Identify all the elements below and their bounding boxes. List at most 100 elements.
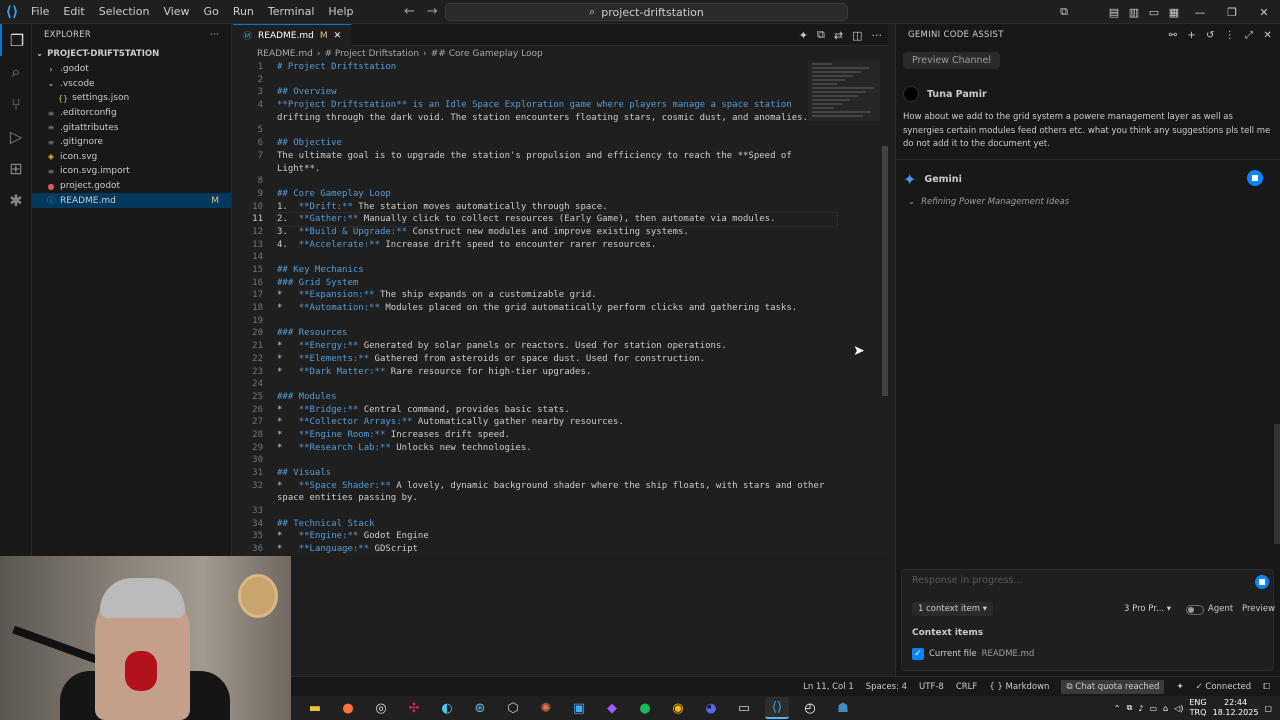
encoding[interactable]: UTF-8: [919, 682, 944, 692]
code-line[interactable]: ## Objective: [277, 137, 837, 150]
breadcrumb-item[interactable]: README.md: [257, 49, 313, 59]
compare-icon[interactable]: ⇄: [834, 29, 843, 42]
terminal-icon[interactable]: ▭: [732, 697, 756, 719]
menu-item-go[interactable]: Go: [197, 0, 226, 24]
tab-close-icon[interactable]: ✕: [334, 31, 342, 41]
code-area[interactable]: # Project Driftstation ## Overview **Proje…: [276, 61, 838, 556]
agent-toggle[interactable]: [1186, 605, 1204, 615]
code-line[interactable]: ## Key Mechanics: [277, 264, 837, 277]
code-line[interactable]: [277, 454, 837, 467]
new-chat-icon[interactable]: +: [1187, 30, 1196, 41]
maximize-icon[interactable]: ❐: [1216, 6, 1248, 19]
file-item[interactable]: › .godot: [32, 62, 231, 77]
link-icon[interactable]: ⚯: [1169, 30, 1178, 41]
layout-icon[interactable]: ▤: [1104, 6, 1124, 19]
model-selector[interactable]: 3 Pro Pr... ▾: [1124, 604, 1171, 614]
microphone-icon[interactable]: ♪: [1138, 704, 1143, 713]
app-icon[interactable]: ◐: [435, 697, 459, 719]
connection-status[interactable]: ✓ Connected: [1196, 682, 1252, 692]
preview-channel-button[interactable]: Preview Channel: [903, 52, 1001, 69]
code-line[interactable]: [277, 74, 837, 87]
file-item[interactable]: ● project.godot: [32, 179, 231, 194]
history-icon[interactable]: ↺: [1206, 30, 1215, 41]
file-item[interactable]: ◈ icon.svg: [32, 150, 231, 165]
code-line[interactable]: **Project Driftstation** is an Idle Spac…: [277, 99, 837, 112]
chat-quota-status[interactable]: ⧉ Chat quota reached: [1061, 679, 1165, 694]
panel-toggle-icon[interactable]: ▭: [1144, 6, 1164, 19]
preview-label[interactable]: Preview: [1242, 604, 1275, 614]
checkbox-checked-icon[interactable]: ✓: [912, 648, 924, 660]
menu-item-file[interactable]: File: [24, 0, 56, 24]
clock[interactable]: 22:44 18.12.2025: [1213, 698, 1259, 718]
language-mode[interactable]: { } Markdown: [989, 682, 1049, 692]
code-line[interactable]: The ultimate goal is to upgrade the stat…: [277, 150, 837, 163]
chrome-icon[interactable]: ◉: [666, 697, 690, 719]
language-indicator[interactable]: ENG TRQ: [1189, 698, 1206, 718]
code-line[interactable]: 3. **Build & Upgrade:** Construct new mo…: [277, 226, 837, 239]
run-debug-icon[interactable]: ▷: [0, 120, 32, 152]
secondary-sidebar-icon[interactable]: ▦: [1164, 6, 1184, 19]
stop-response-button[interactable]: [1255, 575, 1269, 589]
code-line[interactable]: * **Elements:** Gathered from asteroids …: [277, 353, 837, 366]
code-line[interactable]: * **Collector Arrays:** Automatically ga…: [277, 416, 837, 429]
file-item[interactable]: ≡ .gitignore: [32, 135, 231, 150]
spotify-icon[interactable]: ●: [633, 697, 657, 719]
menu-item-edit[interactable]: Edit: [56, 0, 91, 24]
notification-center-icon[interactable]: ▢: [1264, 704, 1272, 713]
code-line[interactable]: * **Engine:** Godot Engine: [277, 530, 837, 543]
code-line[interactable]: * **Engine Room:** Increases drift speed…: [277, 429, 837, 442]
split-editor-icon[interactable]: ◫: [852, 29, 862, 42]
code-line[interactable]: 2. **Gather:** Manually click to collect…: [276, 212, 838, 227]
code-line[interactable]: ### Resources: [277, 327, 837, 340]
code-line[interactable]: * **Space Shader:** A lovely, dynamic ba…: [277, 480, 837, 493]
unity-icon[interactable]: ⬡: [501, 697, 525, 719]
code-line[interactable]: ## Overview: [277, 86, 837, 99]
line-ending[interactable]: CRLF: [956, 682, 977, 692]
command-center-search[interactable]: ⌕ project-driftstation: [445, 3, 848, 21]
close-icon[interactable]: ✕: [1248, 6, 1280, 19]
stop-icon[interactable]: [1247, 170, 1263, 186]
file-item[interactable]: ⌄ .vscode: [32, 77, 231, 92]
chevron-up-icon[interactable]: ⌃: [1114, 704, 1121, 713]
explorer-icon[interactable]: ❐: [0, 24, 32, 56]
file-item[interactable]: ≡ .editorconfig: [32, 106, 231, 121]
steam-icon[interactable]: ⊛: [468, 697, 492, 719]
slack-icon[interactable]: ✣: [402, 697, 426, 719]
code-line[interactable]: Light**.: [277, 163, 837, 176]
code-line[interactable]: # Project Driftstation: [277, 61, 837, 74]
chat-input-box[interactable]: Response in progress... 1 context item ▾…: [901, 569, 1275, 671]
discord-icon[interactable]: ◕: [699, 697, 723, 719]
chat-scrollbar[interactable]: [1274, 424, 1280, 544]
menu-item-view[interactable]: View: [156, 0, 196, 24]
file-item[interactable]: ⓘ README.md M: [32, 193, 231, 208]
volume-icon[interactable]: ◁): [1174, 704, 1183, 713]
code-line[interactable]: [277, 505, 837, 518]
forward-arrow-icon[interactable]: →: [427, 0, 438, 24]
file-item[interactable]: {} settings.json: [32, 91, 231, 106]
obs-icon[interactable]: ◎: [369, 697, 393, 719]
code-line[interactable]: * **Bridge:** Central command, provides …: [277, 404, 837, 417]
project-folder[interactable]: ⌄ PROJECT-DRIFTSTATION: [32, 46, 231, 62]
code-editor[interactable]: 1 2 3 4 5 6 7 8 9 10 11 12 13 14 15 16 17 18 19 20 21 22 23 24 2…: [233, 61, 888, 556]
code-line[interactable]: * **Automation:** Modules placed on the …: [277, 302, 837, 315]
source-control-icon[interactable]: ⑂: [0, 88, 32, 120]
tab-readme[interactable]: Ⓜ README.md M ✕: [233, 24, 352, 46]
tray-app-icon[interactable]: ⧉: [1127, 703, 1133, 713]
menu-item-terminal[interactable]: Terminal: [261, 0, 322, 24]
notifications-icon[interactable]: ⧠: [1263, 682, 1270, 692]
code-line[interactable]: space entities passing by.: [277, 492, 837, 505]
code-line[interactable]: drifting through the dark void. The stat…: [277, 112, 837, 125]
code-line[interactable]: ### Grid System: [277, 277, 837, 290]
context-file-item[interactable]: ✓ Current file README.md: [912, 648, 1034, 660]
extensions-icon[interactable]: ⊞: [0, 152, 32, 184]
menu-item-run[interactable]: Run: [226, 0, 261, 24]
code-line[interactable]: [277, 315, 837, 328]
code-line[interactable]: * **Research Lab:** Unlocks new technolo…: [277, 442, 837, 455]
chat-input[interactable]: Response in progress...: [912, 575, 1022, 586]
display-icon[interactable]: ▭: [1149, 704, 1157, 713]
menu-item-selection[interactable]: Selection: [92, 0, 157, 24]
code-line[interactable]: [277, 378, 837, 391]
code-line[interactable]: * **Dark Matter:** Rare resource for hig…: [277, 366, 837, 379]
godot-icon[interactable]: ☗: [831, 697, 855, 719]
code-line[interactable]: * **Expansion:** The ship expands on a c…: [277, 289, 837, 302]
